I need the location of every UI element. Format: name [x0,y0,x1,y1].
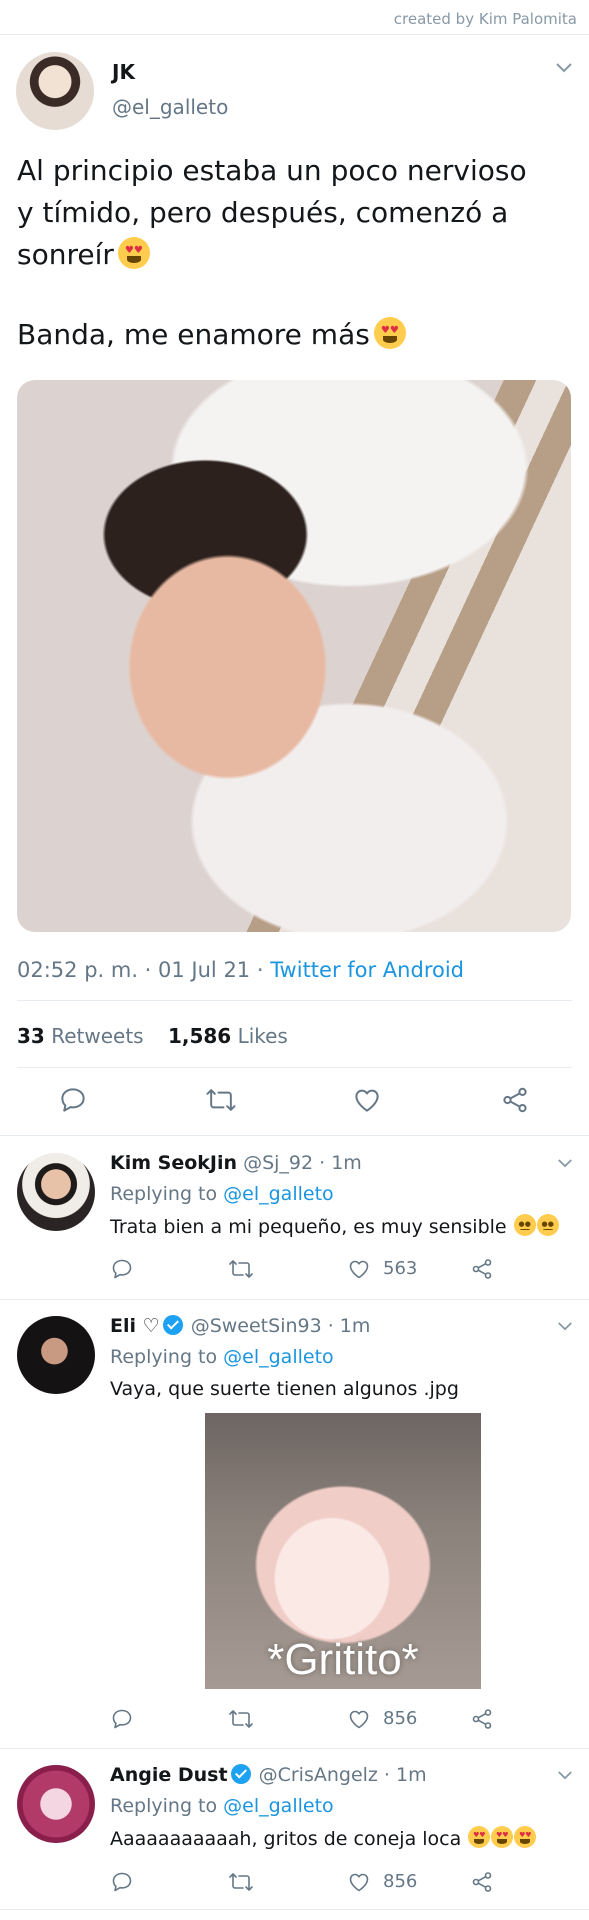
reply-actions: 856 [110,1707,510,1733]
tweet-line-3: sonreír ♥ ♥ [17,234,577,276]
reply-avatar[interactable] [17,1765,95,1843]
replying-to-link[interactable]: @el_galleto [223,1183,334,1205]
tweet-line-4: Banda, me enamore más ♥ ♥ [17,314,577,356]
like-icon[interactable] [352,1085,382,1115]
author-handle[interactable]: @el_galleto [112,95,228,119]
reply-divider [0,1909,589,1910]
reply-header: Angie Dust @CrisAngelz · 1m [110,1764,427,1786]
reply-like-count: 856 [383,1871,418,1892]
reply-avatar[interactable] [17,1316,95,1394]
heart-eyes-emoji-icon: ♥ ♥ [468,1826,491,1848]
retweet-icon[interactable] [228,1707,254,1731]
reply-divider [0,1299,589,1300]
tweet-text: Al principio estaba un poco nervioso y t… [17,150,577,356]
like-icon[interactable] [347,1257,371,1281]
like-icon[interactable] [347,1707,371,1731]
pleading-face-emoji-icon: ● ● [513,1214,536,1236]
replying-to-link[interactable]: @el_galleto [223,1346,334,1368]
chevron-down-icon[interactable] [557,1321,573,1332]
reply-icon[interactable] [110,1257,134,1281]
replying-to: Replying to @el_galleto [110,1346,334,1368]
author-avatar[interactable] [16,52,94,130]
tweet-source-link[interactable]: Twitter for Android [270,958,464,982]
share-icon[interactable] [470,1870,494,1894]
smiling-hearts-emoji-icon: ♥ ♥ [117,237,150,269]
reply-icon[interactable] [58,1085,88,1115]
heart-eyes-emoji-icon: ♥ ♥ [491,1826,514,1848]
reply-avatar[interactable] [17,1153,95,1231]
share-icon[interactable] [470,1257,494,1281]
top-divider [0,34,589,35]
reply-icon[interactable] [110,1870,134,1894]
reply-icon[interactable] [110,1707,134,1731]
tweet-stats: 33 Retweets 1,586 Likes [17,1024,306,1048]
pleading-face-emoji-icon: ● ● [536,1214,559,1236]
reply-author-name[interactable]: Angie Dust [110,1764,228,1786]
tweet-line-2: y tímido, pero después, comenzó a [17,196,509,229]
reply-actions: 856 [110,1870,510,1896]
tweet-photo[interactable] [17,380,571,932]
retweet-icon[interactable] [205,1085,237,1115]
reply-author-name[interactable]: Eli ♡ [110,1315,160,1337]
replying-to: Replying to @el_galleto [110,1795,334,1817]
reply-handle-time[interactable]: @CrisAngelz · 1m [259,1764,427,1786]
replying-to-label: Replying to [110,1183,224,1205]
retweets-label[interactable]: Retweets [51,1024,143,1048]
reply-text-content: Aaaaaaaaaaah, gritos de coneja loca [110,1828,462,1850]
reply-like-count: 856 [383,1708,418,1729]
stats-divider [17,1067,572,1068]
tweet-line-1: Al principio estaba un poco nervioso [17,154,527,187]
creator-credit: created by Kim Palomita [393,10,577,28]
retweet-icon[interactable] [228,1257,254,1281]
reply-header: Eli ♡ @SweetSin93 · 1m [110,1315,370,1337]
replying-to-label: Replying to [110,1795,224,1817]
author-name[interactable]: JK [112,60,135,84]
tweet-meta: 02:52 p. m. · 01 Jul 21 · Twitter for An… [17,958,464,982]
main-tweet-divider [0,1135,589,1136]
reply-handle-time[interactable]: @SweetSin93 · 1m [191,1315,371,1337]
likes-label[interactable]: Likes [238,1024,288,1048]
replying-to-label: Replying to [110,1346,224,1368]
verified-icon [162,1315,183,1335]
tweet-timestamp: 02:52 p. m. · 01 Jul 21 · [17,958,271,982]
reply-photo[interactable]: *Gritito* [205,1413,481,1689]
reply-like-count: 563 [383,1258,418,1279]
reply-text: Aaaaaaaaaaah, gritos de coneja loca ♥ ♥ ♥ ♥… [110,1826,537,1850]
verified-icon [230,1764,251,1784]
heart-eyes-emoji-icon: ♥ ♥ [373,317,406,349]
reply-text: Trata bien a mi pequeño, es muy sensible… [110,1214,559,1238]
retweets-count[interactable]: 33 [17,1024,45,1048]
share-icon[interactable] [500,1085,530,1115]
likes-count[interactable]: 1,586 [168,1024,231,1048]
reply-divider [0,1748,589,1749]
reply-header: Kim SeokJin @Sj_92 · 1m [110,1152,362,1174]
reply-author-name[interactable]: Kim SeokJin [110,1152,237,1174]
replying-to: Replying to @el_galleto [110,1183,334,1205]
like-icon[interactable] [347,1870,371,1894]
reply-text: Vaya, que suerte tienen algunos .jpg [110,1378,459,1400]
reply-actions: 563 [110,1257,510,1283]
reply-text-content: Trata bien a mi pequeño, es muy sensible [110,1216,507,1238]
tweet-actions [0,1085,589,1117]
tweet-line-4-text: Banda, me enamore más [17,318,370,351]
retweet-icon[interactable] [228,1870,254,1894]
share-icon[interactable] [470,1707,494,1731]
reply-handle-time[interactable]: @Sj_92 · 1m [243,1152,362,1174]
reply-photo-caption: *Gritito* [267,1635,419,1684]
replying-to-link[interactable]: @el_galleto [223,1795,334,1817]
chevron-down-icon[interactable] [557,1770,573,1781]
chevron-down-icon[interactable] [555,62,573,74]
meta-divider [17,1000,572,1001]
heart-eyes-emoji-icon: ♥ ♥ [514,1826,537,1848]
chevron-down-icon[interactable] [557,1158,573,1169]
tweet-line-3-text: sonreír [17,238,114,271]
